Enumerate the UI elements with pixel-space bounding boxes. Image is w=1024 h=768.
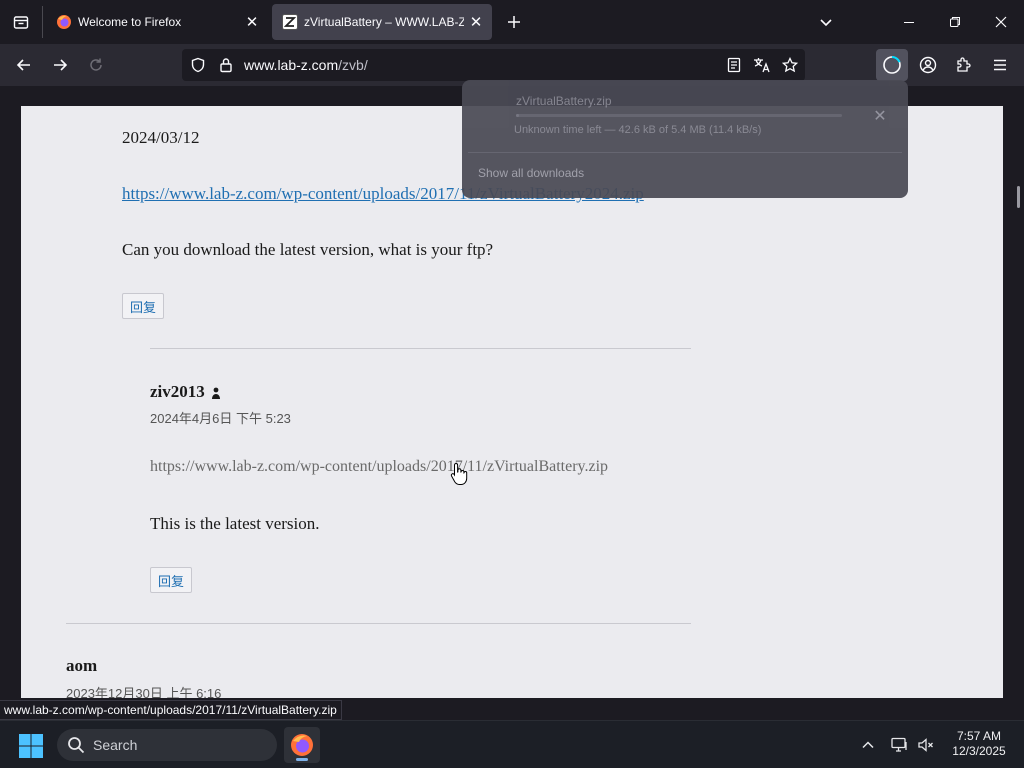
close-tab-icon[interactable]: ✕ — [464, 10, 488, 34]
comment-text: This is the latest version. — [150, 514, 320, 533]
taskbar-search-box[interactable]: Search — [57, 729, 277, 761]
download-status-text: Unknown time left — 42.6 kB of 5.4 MB (1… — [514, 124, 762, 136]
divider — [66, 623, 691, 624]
chevron-down-icon — [820, 19, 832, 27]
firefox-view-button[interactable] — [6, 8, 36, 36]
post-author-person-icon — [211, 387, 220, 400]
download-file-name[interactable]: zVirtualBattery.zip — [516, 94, 612, 108]
volume-muted-icon[interactable] — [916, 735, 936, 755]
comment-timestamp[interactable]: 2023年12月30日 上午 6:16 — [66, 683, 221, 698]
list-all-tabs-button[interactable] — [812, 8, 840, 36]
url-host: www.lab-z.com — [244, 57, 339, 73]
network-display-icon[interactable] — [890, 735, 910, 755]
tab-strip: Welcome to Firefox ✕ zVirtualBattery – W… — [0, 0, 1024, 44]
windows-start-icon[interactable] — [18, 733, 44, 759]
lock-icon[interactable] — [216, 55, 236, 75]
clock-time: 7:57 AM — [956, 729, 1002, 743]
comment-author[interactable]: aom — [66, 656, 97, 676]
clock-date: 12/3/2025 — [952, 744, 1006, 758]
reader-view-icon[interactable] — [724, 55, 744, 75]
restore-button[interactable] — [932, 0, 978, 44]
downloads-button[interactable] — [876, 49, 908, 81]
page-scrollbar-thumb[interactable] — [1017, 186, 1020, 208]
tab-zvirtualbattery[interactable]: zVirtualBattery – WWW.LAB-Z.COM ✕ — [272, 4, 492, 40]
tab-title: zVirtualBattery – WWW.LAB-Z.COM — [304, 15, 464, 29]
tab-welcome[interactable]: Welcome to Firefox ✕ — [46, 4, 268, 40]
firefox-favicon-icon — [57, 15, 71, 29]
puzzle-piece-icon — [957, 57, 971, 72]
link-status-panel: www.lab-z.com/wp-content/uploads/2017/11… — [0, 700, 342, 720]
reply-button[interactable]: 回复 — [122, 293, 165, 319]
active-app-indicator — [296, 758, 308, 761]
restore-icon — [950, 17, 960, 27]
new-tab-button[interactable] — [500, 8, 528, 36]
back-arrow-icon — [16, 59, 30, 71]
cancel-download-icon[interactable]: ✕ — [868, 104, 892, 128]
reload-button[interactable] — [80, 49, 112, 81]
back-button[interactable] — [8, 49, 40, 81]
show-hidden-icons-chevron-up-icon[interactable] — [858, 735, 878, 755]
close-icon — [995, 16, 1007, 28]
minimize-button[interactable] — [886, 0, 932, 44]
tracking-protection-shield-icon[interactable] — [188, 55, 208, 75]
system-clock[interactable]: 7:57 AM 12/3/2025 — [944, 729, 1014, 759]
close-window-button[interactable] — [978, 0, 1024, 44]
comment-plain-url: https://www.lab-z.com/wp-content/uploads… — [150, 458, 609, 475]
show-all-downloads-link[interactable]: Show all downloads — [478, 166, 584, 180]
translate-icon[interactable] — [752, 55, 772, 75]
author-name[interactable]: ziv2013 — [150, 382, 205, 401]
download-progress-bar — [516, 114, 842, 117]
comment-text: Can you download the latest version, wha… — [122, 240, 494, 259]
divider — [150, 348, 691, 349]
bookmark-star-icon[interactable] — [780, 55, 800, 75]
tab-title: Welcome to Firefox — [78, 15, 182, 29]
lab-z-favicon-icon — [282, 14, 298, 30]
download-progress-fill — [516, 114, 520, 117]
url-path: /zvb/ — [338, 57, 368, 73]
hand-cursor-icon — [450, 462, 468, 485]
reload-icon — [90, 58, 102, 71]
downloads-panel: zVirtualBattery.zip Unknown time left — … — [462, 80, 908, 198]
plus-icon — [508, 16, 520, 28]
download-progress-icon — [883, 55, 901, 74]
firefox-logo-icon — [291, 734, 313, 756]
hamburger-menu-icon — [994, 59, 1006, 71]
taskbar-firefox-button[interactable] — [284, 727, 320, 763]
comment-author: ziv2013 — [150, 382, 221, 402]
url-text[interactable]: www.lab-z.com/zvb/ — [244, 57, 368, 73]
address-bar[interactable]: www.lab-z.com/zvb/ — [182, 49, 805, 81]
forward-arrow-icon — [54, 59, 68, 71]
account-button[interactable] — [912, 49, 944, 81]
close-tab-icon[interactable]: ✕ — [240, 10, 264, 34]
divider — [468, 152, 902, 153]
search-icon — [68, 737, 85, 754]
windows-taskbar: Search 7:57 AM 12/3/2025 — [0, 720, 1024, 768]
tab-separator — [42, 6, 43, 38]
comment-timestamp[interactable]: 2024年4月6日 下午 5:23 — [150, 408, 291, 427]
app-menu-button[interactable] — [984, 49, 1016, 81]
reply-button[interactable]: 回复 — [150, 567, 193, 593]
account-icon — [919, 56, 937, 74]
search-label: Search — [93, 737, 138, 753]
comment-text-date: 2024/03/12 — [122, 128, 200, 147]
extensions-button[interactable] — [948, 49, 980, 81]
firefox-view-icon — [13, 16, 29, 29]
minimize-icon — [904, 22, 914, 23]
forward-button[interactable] — [44, 49, 76, 81]
